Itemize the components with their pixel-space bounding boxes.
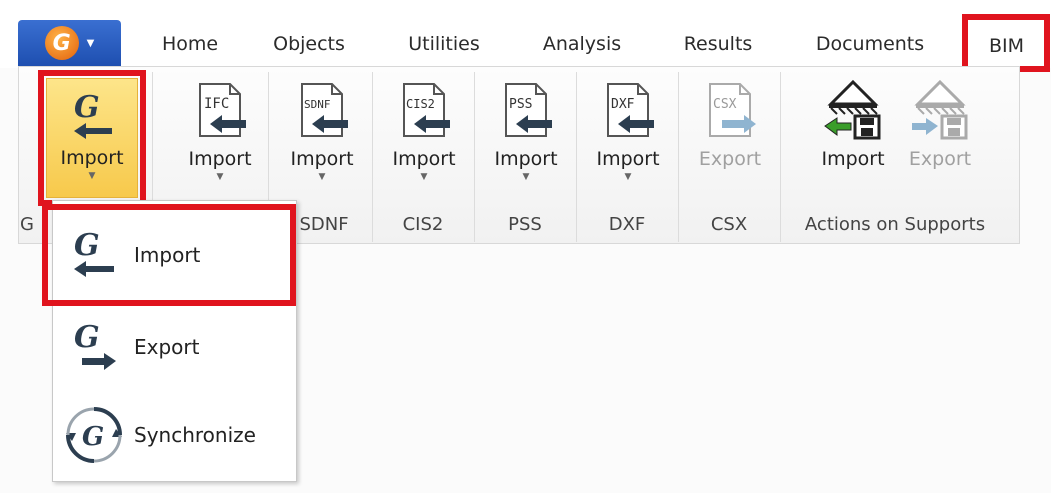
pss-badge: PSS	[509, 97, 532, 112]
sdnf-import-icon: SDNF	[301, 83, 348, 137]
dxf-badge: DXF	[611, 97, 635, 112]
pss-import-icon: PSS	[505, 83, 552, 137]
g-import-highlight-box	[38, 70, 146, 206]
g-export-icon: G	[74, 320, 116, 370]
tab-objects[interactable]: Objects	[258, 22, 360, 66]
chevron-down-icon: ▼	[420, 172, 428, 182]
app-logo-icon: G	[44, 26, 79, 60]
ifc-import-label: Import	[188, 148, 252, 170]
menu-item-synchronize[interactable]: G Synchronize	[52, 392, 297, 478]
ifc-import-button[interactable]: IFC Import ▼	[172, 74, 268, 200]
chevron-down-icon: ▼	[216, 172, 224, 182]
tab-home[interactable]: Home	[140, 22, 240, 66]
group-label-pss: PSS	[508, 213, 542, 235]
dxf-import-icon: DXF	[607, 83, 654, 137]
sdnf-badge: SDNF	[304, 98, 331, 111]
ifc-import-icon: IFC	[199, 83, 246, 137]
supports-import-label: Import	[821, 148, 885, 170]
menu-item-export[interactable]: G Export	[52, 304, 297, 390]
chevron-down-icon: ▼	[522, 172, 530, 182]
sdnf-import-button[interactable]: SDNF Import ▼	[274, 74, 370, 200]
svg-text:G: G	[82, 422, 104, 452]
menu-item-export-label: Export	[134, 335, 200, 359]
app-menu-chevron-icon: ▼	[86, 37, 95, 49]
supports-import-button[interactable]: Import	[808, 74, 898, 200]
group-label-cis2: CIS2	[402, 213, 444, 235]
tab-results[interactable]: Results	[666, 22, 770, 66]
csx-export-button: CSX Export	[682, 74, 778, 200]
supports-export-label: Export	[908, 148, 972, 170]
csx-export-label: Export	[698, 148, 762, 170]
csx-export-icon: CSX	[709, 83, 756, 137]
csx-badge: CSX	[713, 97, 737, 112]
dxf-import-label: Import	[596, 148, 660, 170]
supports-export-icon	[912, 79, 968, 140]
group-label-dxf: DXF	[608, 213, 646, 235]
cis2-import-icon: CIS2	[403, 83, 450, 137]
bim-tab-highlight-box	[962, 14, 1050, 72]
sdnf-import-label: Import	[290, 148, 354, 170]
tab-utilities[interactable]: Utilities	[388, 22, 500, 66]
tab-documents[interactable]: Documents	[800, 22, 940, 66]
dxf-import-button[interactable]: DXF Import ▼	[580, 74, 676, 200]
ifc-badge: IFC	[204, 96, 229, 112]
group-separator	[780, 72, 781, 242]
tab-analysis[interactable]: Analysis	[528, 22, 636, 66]
pss-import-button[interactable]: PSS Import ▼	[478, 74, 574, 200]
app-menu-button[interactable]: G ▼	[18, 20, 121, 66]
pss-import-label: Import	[494, 148, 558, 170]
svg-text:G: G	[74, 320, 100, 355]
supports-import-icon	[824, 79, 881, 140]
cis2-import-label: Import	[392, 148, 456, 170]
menu-import-highlight-box	[42, 204, 296, 306]
cis2-badge: CIS2	[406, 97, 435, 111]
group-label-actions-on-supports: Actions on Supports	[804, 213, 986, 235]
chevron-down-icon: ▼	[624, 172, 632, 182]
group-label-csx: CSX	[710, 213, 748, 235]
supports-export-button: Export	[898, 74, 982, 200]
cis2-import-button[interactable]: CIS2 Import ▼	[376, 74, 472, 200]
chevron-down-icon: ▼	[318, 172, 326, 182]
menu-item-synchronize-label: Synchronize	[134, 423, 256, 447]
g-sync-icon: G	[66, 407, 122, 463]
